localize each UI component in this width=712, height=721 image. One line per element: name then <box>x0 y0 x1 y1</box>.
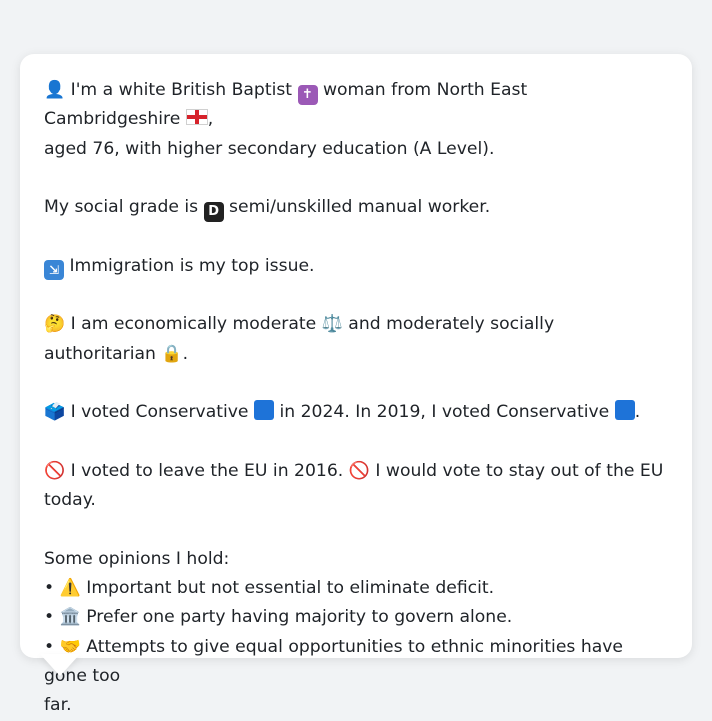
identity-line-1: 👤 I'm a white British Baptist ✝ woman fr… <box>44 76 668 135</box>
eu-line-1: 🚫 I voted to leave the EU in 2016. 🚫 I w… <box>44 457 668 486</box>
lock-icon: 🔒 <box>161 343 183 364</box>
opinion-item: • 🏛️ Prefer one party having majority to… <box>44 603 668 632</box>
bullet: • <box>44 578 55 599</box>
prohibited-icon: 🚫 <box>44 460 66 481</box>
opinions-section: Some opinions I hold: • ⚠️ Important but… <box>44 545 668 721</box>
voting-text-b: in 2024. In 2019, I voted Conservative <box>273 402 615 423</box>
letter-d-icon: D <box>203 202 224 223</box>
ideology-text-a: I am economically moderate <box>65 314 322 335</box>
social-grade-text-a: My social grade is <box>44 197 204 218</box>
balance-scale-icon: ⚖️ <box>321 314 343 335</box>
identity-text-a: I'm a white British Baptist <box>65 80 298 100</box>
opinion-item-continued: far. <box>44 695 72 716</box>
bullet: • <box>44 607 55 628</box>
ballot-box-icon: 🗳️ <box>44 402 66 423</box>
eu-line-2: today. <box>44 490 96 511</box>
ideology-text-c: . <box>182 343 189 364</box>
opinion-text: Prefer one party having majority to gove… <box>80 607 513 628</box>
top-issue-paragraph: ⇲ Immigration is my top issue. <box>44 252 668 281</box>
eu-text-a: I voted to leave the EU in 2016. <box>65 460 349 481</box>
social-grade-text-b: semi/unskilled manual worker. <box>223 197 491 218</box>
social-grade-paragraph: My social grade is D semi/unskilled manu… <box>44 193 668 223</box>
ideology-paragraph: 🤔 I am economically moderate ⚖️ and mode… <box>44 310 668 369</box>
voting-paragraph: 🗳️ I voted Conservative in 2024. In 2019… <box>44 398 668 427</box>
message-bubble: 👤 I'm a white British Baptist ✝ woman fr… <box>20 54 692 715</box>
identity-paragraph: 👤 I'm a white British Baptist ✝ woman fr… <box>44 76 668 164</box>
opinion-text: Attempts to give equal opportunities to … <box>44 636 624 686</box>
opinion-text: Important but not essential to eliminate… <box>80 578 495 599</box>
person-icon: 👤 <box>44 80 66 100</box>
voting-text-a: I voted Conservative <box>65 402 254 423</box>
thinking-face-icon: 🤔 <box>44 314 66 335</box>
prohibited-icon: 🚫 <box>348 460 370 481</box>
eu-text-b: I would vote to stay out of the EU <box>369 460 664 481</box>
voting-text-c: . <box>634 402 641 423</box>
passport-control-icon: ⇲ <box>44 259 64 280</box>
opinion-item: • 🤝 Attempts to give equal opportunities… <box>44 633 668 692</box>
england-flag-icon <box>185 109 208 126</box>
eu-paragraph: 🚫 I voted to leave the EU in 2016. 🚫 I w… <box>44 457 668 516</box>
identity-line-2: aged 76, with higher secondary education… <box>44 138 495 159</box>
blue-square-icon <box>253 400 274 421</box>
latin-cross-icon: ✝ <box>297 85 318 105</box>
opinions-heading: Some opinions I hold: <box>44 548 230 569</box>
classical-building-icon: 🏛️ <box>59 607 81 628</box>
bubble-tail <box>40 654 80 676</box>
blue-square-icon <box>614 400 635 421</box>
opinion-item: • ⚠️ Important but not essential to elim… <box>44 574 668 603</box>
warning-icon: ⚠️ <box>59 578 81 599</box>
top-issue-text: Immigration is my top issue. <box>64 255 315 276</box>
identity-text-c: , <box>207 109 214 130</box>
